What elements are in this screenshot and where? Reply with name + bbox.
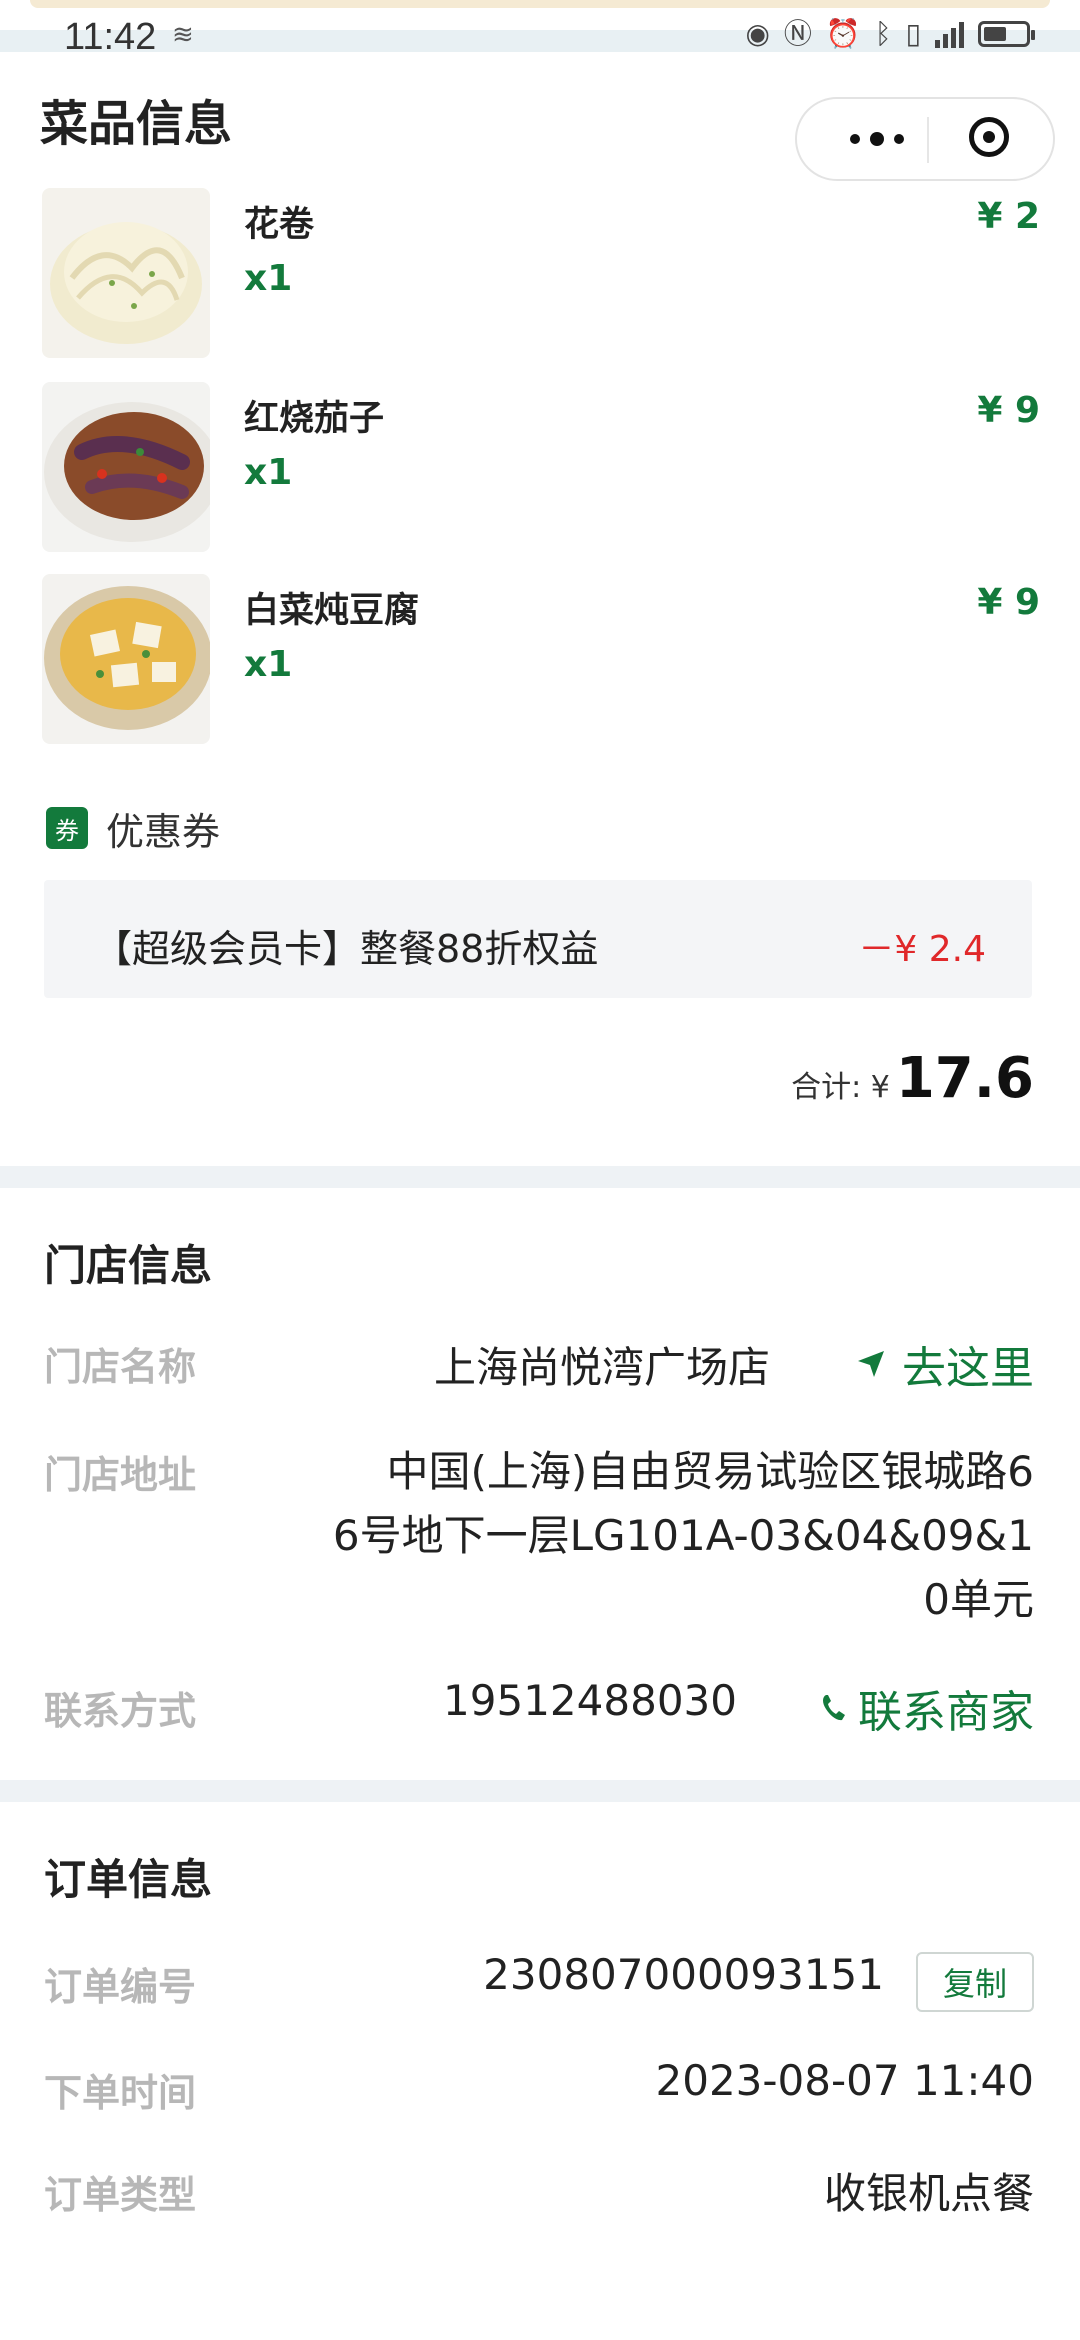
- store-section-title: 门店信息: [44, 1241, 213, 1290]
- copy-button[interactable]: 复制: [916, 1952, 1034, 2012]
- address-line: 6号地下一层LG101A-03&04&09&1: [332, 1511, 1034, 1560]
- coupon-header: 券 优惠券: [46, 805, 220, 854]
- store-name-label: 门店名称: [44, 1345, 197, 1389]
- coupon-tag-icon: 券: [46, 807, 88, 849]
- battery-icon: [978, 21, 1035, 47]
- coupon-name: 【超级会员卡】整餐88折权益: [94, 927, 599, 971]
- contact-merchant-button[interactable]: 联系商家: [820, 1676, 1034, 1740]
- total-value: 17.6: [895, 1046, 1034, 1111]
- order-type-label: 订单类型: [44, 2173, 197, 2217]
- vibrate-icon: ▯: [905, 17, 921, 50]
- dish-image-flower-roll: [42, 188, 210, 358]
- capsule-divider: [927, 117, 929, 163]
- dish-price: ¥ 9: [977, 582, 1040, 623]
- store-name: 上海尚悦湾广场店: [433, 1343, 770, 1392]
- dish-item: 白菜炖豆腐 x1 ¥ 9: [0, 574, 1080, 744]
- store-phone: 19512488030: [443, 1676, 737, 1725]
- coupon-row: 【超级会员卡】整餐88折权益 －¥ 2.4: [44, 880, 1032, 998]
- dish-quantity: x1: [244, 644, 293, 685]
- section-separator: [0, 1166, 1080, 1188]
- nfc-icon: Ⓝ: [783, 17, 812, 50]
- wifi-icon: ≋: [172, 20, 194, 50]
- dish-image-braised-eggplant: [42, 382, 210, 552]
- coupon-discount: －¥ 2.4: [858, 929, 986, 970]
- mini-program-capsule: [795, 97, 1055, 181]
- close-target-icon[interactable]: [969, 117, 1009, 157]
- dish-name: 红烧茄子: [244, 399, 385, 439]
- status-icons: ◉ Ⓝ ⏰ ᛒ ▯: [745, 17, 1035, 50]
- signal-icon: [935, 20, 964, 48]
- dish-item: 花卷 x1 ¥ 2: [0, 188, 1080, 358]
- top-banner-edge: [30, 0, 1050, 8]
- total-label: 合计: ¥: [791, 1070, 890, 1105]
- order-time-label: 下单时间: [44, 2071, 197, 2115]
- order-time: 2023-08-07 11:40: [655, 2056, 1034, 2105]
- address-line: 中国(上海)自由贸易试验区银城路6: [386, 1447, 1035, 1496]
- more-options-icon[interactable]: [837, 121, 917, 157]
- page-title: 菜品信息: [40, 96, 233, 152]
- alarm-icon: ⏰: [825, 17, 861, 50]
- contact-label: 联系方式: [44, 1689, 197, 1733]
- status-time: 11:42: [64, 16, 157, 58]
- order-number: 230807000093151: [483, 1950, 884, 1999]
- navigate-button[interactable]: 去这里: [856, 1332, 1034, 1396]
- phone-icon: [823, 1695, 845, 1721]
- coupon-title: 优惠券: [106, 809, 221, 854]
- navigate-label: 去这里: [902, 1343, 1034, 1394]
- section-separator: [0, 1780, 1080, 1802]
- order-section-title: 订单信息: [44, 1855, 213, 1904]
- bluetooth-icon: ᛒ: [874, 17, 892, 50]
- dish-quantity: x1: [244, 452, 293, 493]
- dish-name: 花卷: [244, 205, 315, 245]
- dish-price: ¥ 2: [977, 196, 1040, 237]
- contact-merchant-label: 联系商家: [858, 1687, 1034, 1738]
- address-line: 0单元: [923, 1575, 1034, 1624]
- store-address-label: 门店地址: [44, 1453, 197, 1497]
- order-type: 收银机点餐: [823, 2169, 1034, 2218]
- dish-name: 白菜炖豆腐: [244, 591, 420, 631]
- dish-quantity: x1: [244, 258, 293, 299]
- dish-image-cabbage-tofu: [42, 574, 210, 744]
- order-total: 合计: ¥ 17.6: [791, 1046, 1034, 1111]
- eye-icon: ◉: [745, 17, 770, 50]
- order-number-label: 订单编号: [44, 1965, 197, 2009]
- dish-price: ¥ 9: [977, 390, 1040, 431]
- dish-item: 红烧茄子 x1 ¥ 9: [0, 382, 1080, 552]
- navigate-arrow-icon: [858, 1351, 884, 1377]
- store-address: 中国(上海)自由贸易试验区银城路6 6号地下一层LG101A-03&04&09&…: [254, 1440, 1034, 1632]
- status-bar: 11:42 ≋ ◉ Ⓝ ⏰ ᛒ ▯: [0, 10, 1080, 58]
